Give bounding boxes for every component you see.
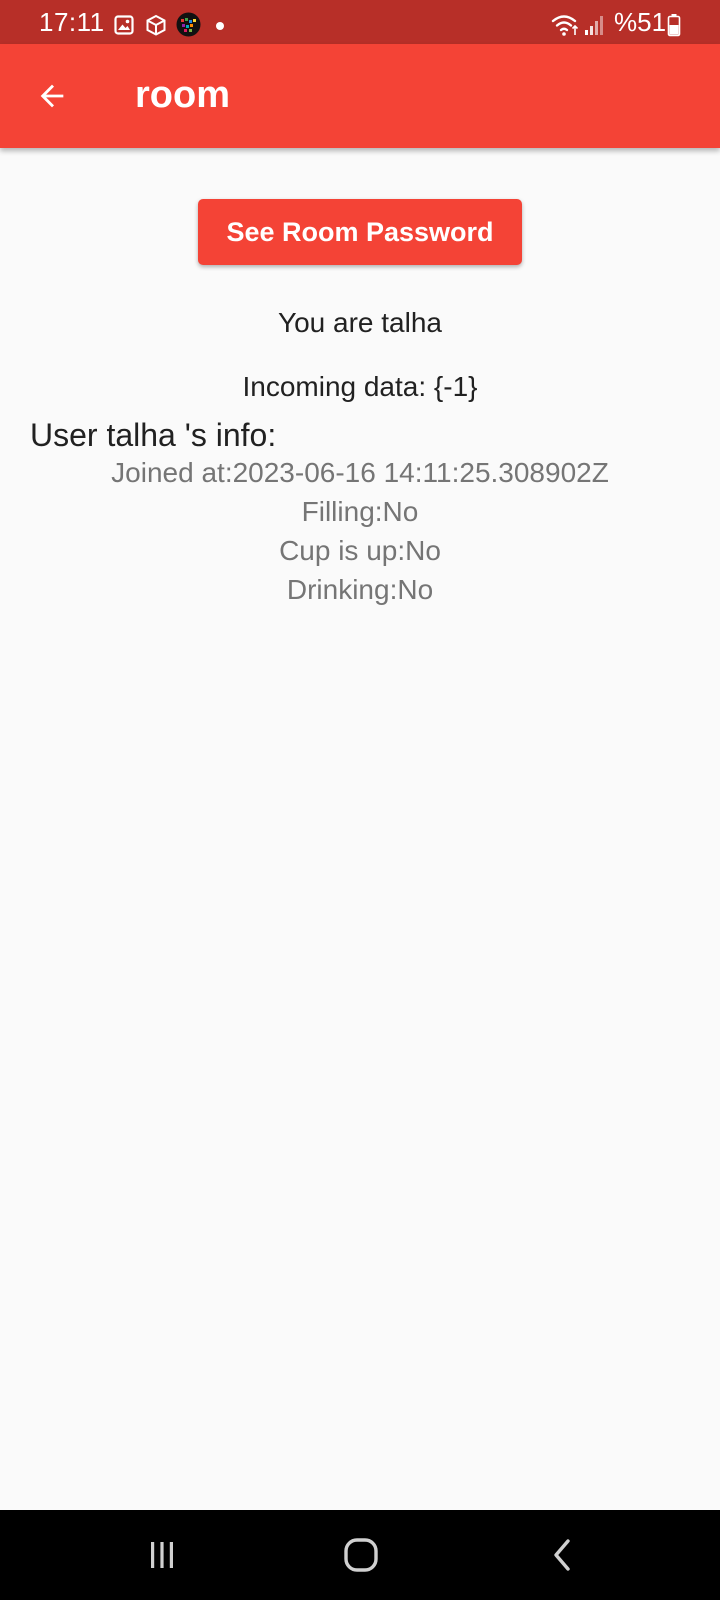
notification-dot-icon — [216, 22, 224, 30]
incoming-data-text: Incoming data: {-1} — [242, 371, 478, 402]
app-bar: room — [0, 44, 720, 148]
wifi-icon — [551, 15, 579, 36]
home-icon — [344, 1538, 378, 1572]
page-title: room — [135, 74, 230, 116]
app-icon — [176, 12, 201, 37]
back-button[interactable] — [24, 68, 80, 124]
joined-at-text: Joined at:2023-06-16 14:11:25.308902Z — [111, 457, 609, 488]
back-icon — [554, 1539, 570, 1571]
image-icon — [114, 15, 134, 35]
status-bar: 17:11 %51 — [0, 0, 720, 44]
system-back-button[interactable] — [533, 1531, 593, 1579]
home-button[interactable] — [331, 1531, 391, 1579]
see-room-password-button[interactable]: See Room Password — [198, 199, 522, 265]
box-icon — [146, 14, 166, 36]
battery-icon — [667, 14, 681, 37]
signal-icon — [585, 16, 603, 35]
status-time: 17:11 — [39, 7, 105, 37]
system-navigation-bar — [0, 1510, 720, 1600]
battery-percentage: %51 — [614, 7, 667, 37]
current-user-text: You are talha — [278, 307, 442, 338]
recent-apps-icon — [151, 1542, 173, 1568]
cup-up-status-text: Cup is up:No — [279, 535, 441, 566]
user-info-heading: User talha 's info: — [30, 417, 277, 453]
filling-status-text: Filling:No — [301, 496, 419, 527]
room-content: See Room Password You are talha Incoming… — [0, 148, 720, 1510]
drinking-status-text: Drinking:No — [286, 574, 434, 605]
recent-apps-button[interactable] — [132, 1531, 192, 1579]
arrow-left-icon — [40, 84, 64, 108]
